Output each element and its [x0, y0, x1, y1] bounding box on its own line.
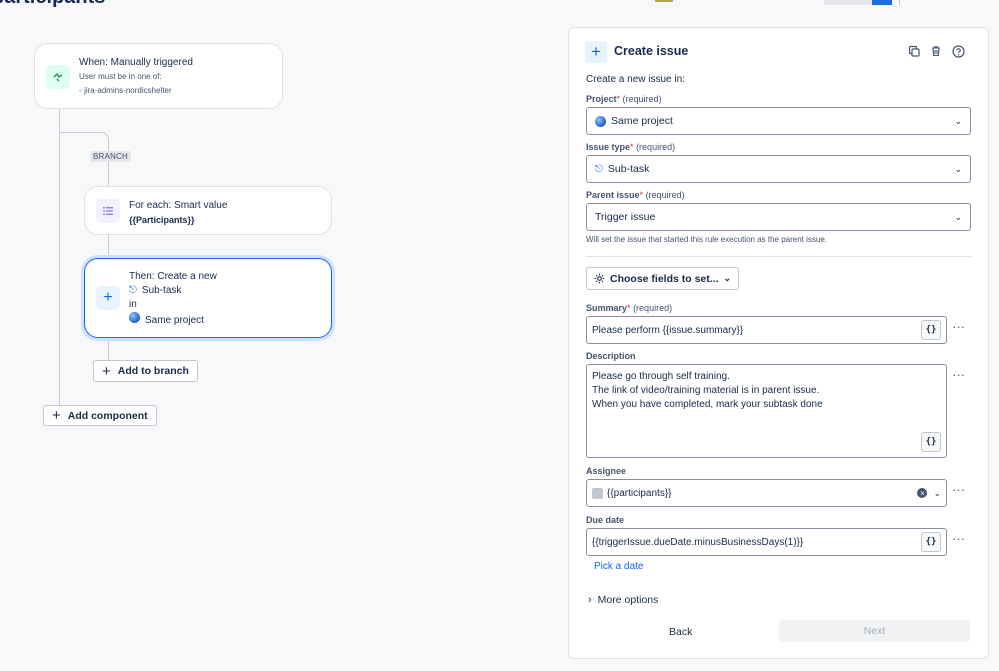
description-textarea[interactable]: Please go through self training. The lin… [586, 364, 947, 458]
action-project: Same project [129, 312, 217, 328]
description-line: The link of video/training material is i… [592, 385, 820, 396]
parent-issue-select[interactable]: Trigger issue ⌄ [586, 203, 971, 231]
trigger-condition: User must be in one of: [79, 72, 162, 81]
header-decoration [655, 0, 673, 2]
header-primary-button[interactable] [872, 0, 892, 5]
foreach-title: For each: Smart value [129, 200, 228, 211]
trigger-title: When: Manually triggered [79, 57, 193, 68]
description-line: Please go through self training. [592, 371, 730, 382]
trigger-group: ◦ jira-admins-nordicshelter [79, 86, 172, 95]
clear-icon[interactable]: × [917, 488, 928, 498]
smart-value-button[interactable]: {} [921, 532, 941, 552]
gear-icon [594, 273, 605, 284]
more-actions-icon[interactable]: ··· [952, 531, 965, 546]
back-button[interactable]: Back [669, 626, 692, 638]
chevron-right-icon: › [588, 594, 592, 606]
create-issue-panel: + Create issue Create a new issue in: Pr… [568, 27, 989, 659]
user-avatar-icon [592, 487, 603, 499]
plus-icon: + [96, 286, 120, 310]
foreach-value: {{Participants}} [129, 215, 195, 225]
chevron-down-icon: ⌄ [954, 211, 962, 222]
due-date-input[interactable]: {{triggerIssue.dueDate.minusBusinessDays… [586, 528, 947, 556]
description-line: When you have completed, mark your subta… [592, 399, 823, 410]
plus-icon: + [52, 407, 61, 424]
issue-type-select[interactable]: ⎋ Sub-task ⌄ [586, 155, 971, 183]
due-date-label: Due date [586, 515, 625, 525]
plus-icon: + [585, 41, 607, 63]
chevron-down-icon: ⌄ [954, 163, 962, 174]
trash-icon[interactable] [929, 44, 943, 58]
assignee-label: Assignee [586, 466, 627, 476]
branch-tag: BRANCH [90, 151, 131, 162]
foreach-card[interactable]: For each: Smart value {{Participants}} [84, 186, 332, 235]
subtask-icon: ⎋ [129, 285, 137, 296]
assignee-select[interactable]: {{participants}} × ⌄ [586, 479, 947, 507]
main-connector [59, 109, 60, 405]
copy-icon[interactable] [907, 44, 921, 58]
help-icon[interactable] [951, 44, 965, 58]
branch-connector-horizontal [60, 132, 100, 133]
choose-fields-button[interactable]: Choose fields to set... ⌄ [586, 267, 740, 290]
add-component-button[interactable]: + Add component [43, 405, 157, 426]
header-divider [899, 0, 900, 5]
parent-issue-help: Will set the issue that started this rul… [586, 235, 828, 244]
action-title: Then: Create a new [129, 271, 217, 282]
list-icon [96, 199, 120, 223]
more-actions-icon[interactable]: ··· [952, 482, 965, 497]
more-actions-icon[interactable]: ··· [952, 319, 965, 334]
chevron-down-icon: ⌄ [723, 273, 732, 283]
smart-value-button[interactable]: {} [921, 432, 941, 452]
trigger-icon [46, 65, 70, 89]
panel-intro: Create a new issue in: [586, 74, 685, 85]
plus-icon: + [102, 362, 111, 380]
action-issue-type: ⎋ Sub-task [129, 285, 182, 296]
project-avatar [129, 312, 140, 323]
pick-date-link[interactable]: Pick a date [594, 561, 643, 572]
description-label: Description [586, 351, 636, 361]
action-in-label: in [129, 299, 137, 310]
more-actions-icon[interactable]: ··· [952, 367, 965, 382]
next-button[interactable]: Next [779, 620, 970, 642]
project-avatar [595, 115, 606, 127]
divider [586, 256, 971, 257]
panel-title: Create issue [614, 44, 689, 58]
project-label: Project* (required) [586, 94, 662, 104]
page-title: participants [0, 0, 105, 9]
add-to-branch-button[interactable]: + Add to branch [93, 360, 198, 382]
trigger-card[interactable]: When: Manually triggered User must be in… [34, 43, 283, 109]
parent-issue-label: Parent issue* (required) [586, 190, 685, 200]
smart-value-button[interactable]: {} [921, 320, 941, 340]
issue-type-label: Issue type* (required) [586, 142, 676, 152]
chevron-down-icon[interactable]: ⌄ [933, 488, 941, 499]
summary-label: Summary* (required) [586, 303, 673, 313]
header-button[interactable] [824, 0, 872, 5]
create-issue-card[interactable]: + Then: Create a new ⎋ Sub-task in Same p… [84, 258, 332, 338]
subtask-icon: ⎋ [595, 163, 603, 175]
project-select[interactable]: Same project ⌄ [586, 107, 971, 135]
more-options-toggle[interactable]: › More options [588, 594, 658, 606]
summary-input[interactable]: Please perform {{issue.summary}} {} [586, 316, 947, 344]
chevron-down-icon: ⌄ [954, 115, 962, 126]
